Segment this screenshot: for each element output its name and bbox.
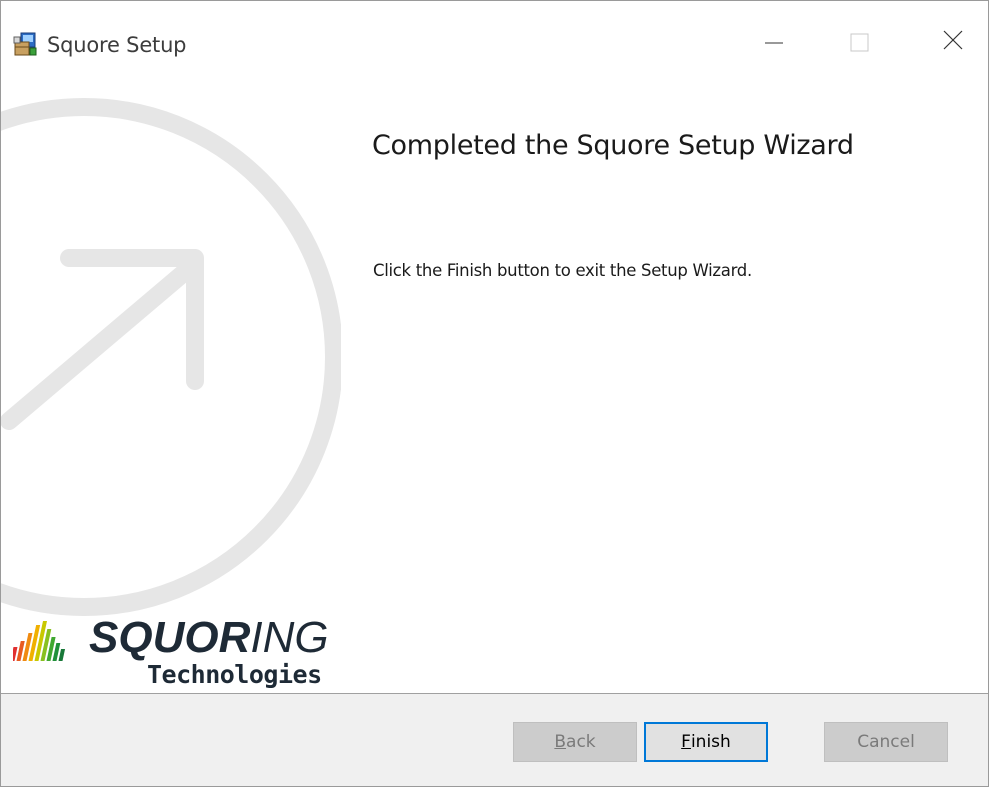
back-label-rest: ack [566,732,596,752]
squoring-logo: SQUORING Technologies [9,607,339,691]
finish-accelerator: F [681,732,691,752]
close-button[interactable] [933,23,979,63]
title-bar[interactable]: Squore Setup [1,1,988,85]
back-accelerator: B [554,732,567,752]
installer-package-icon [12,31,38,57]
setup-window: Squore Setup Completed the Squore Setup … [0,0,989,787]
finish-button[interactable]: Finish [644,722,768,762]
logo-subtitle: Technologies [147,660,322,689]
button-bar: Back Finish Cancel [1,694,988,786]
back-button[interactable]: Back [513,722,637,762]
cancel-button[interactable]: Cancel [824,722,948,762]
close-icon [943,30,963,50]
finish-label-rest: inish [690,732,731,752]
logo-word-strong: SQUOR [89,613,251,662]
equalizer-bars-icon [13,621,66,661]
page-title: Completed the Squore Setup Wizard [372,130,854,161]
arrow-circle-graphic [1,98,341,616]
completion-message: Click the Finish button to exit the Setu… [373,261,752,280]
maximize-button [839,23,885,63]
maximize-icon [850,33,869,52]
logo-word-light: ING [250,613,329,662]
minimize-icon [765,42,783,44]
minimize-button[interactable] [753,23,799,63]
wizard-side-artwork [1,85,341,693]
window-title: Squore Setup [47,33,187,57]
cancel-label: Cancel [857,732,915,752]
logo-wordmark: SQUORING [89,613,329,663]
